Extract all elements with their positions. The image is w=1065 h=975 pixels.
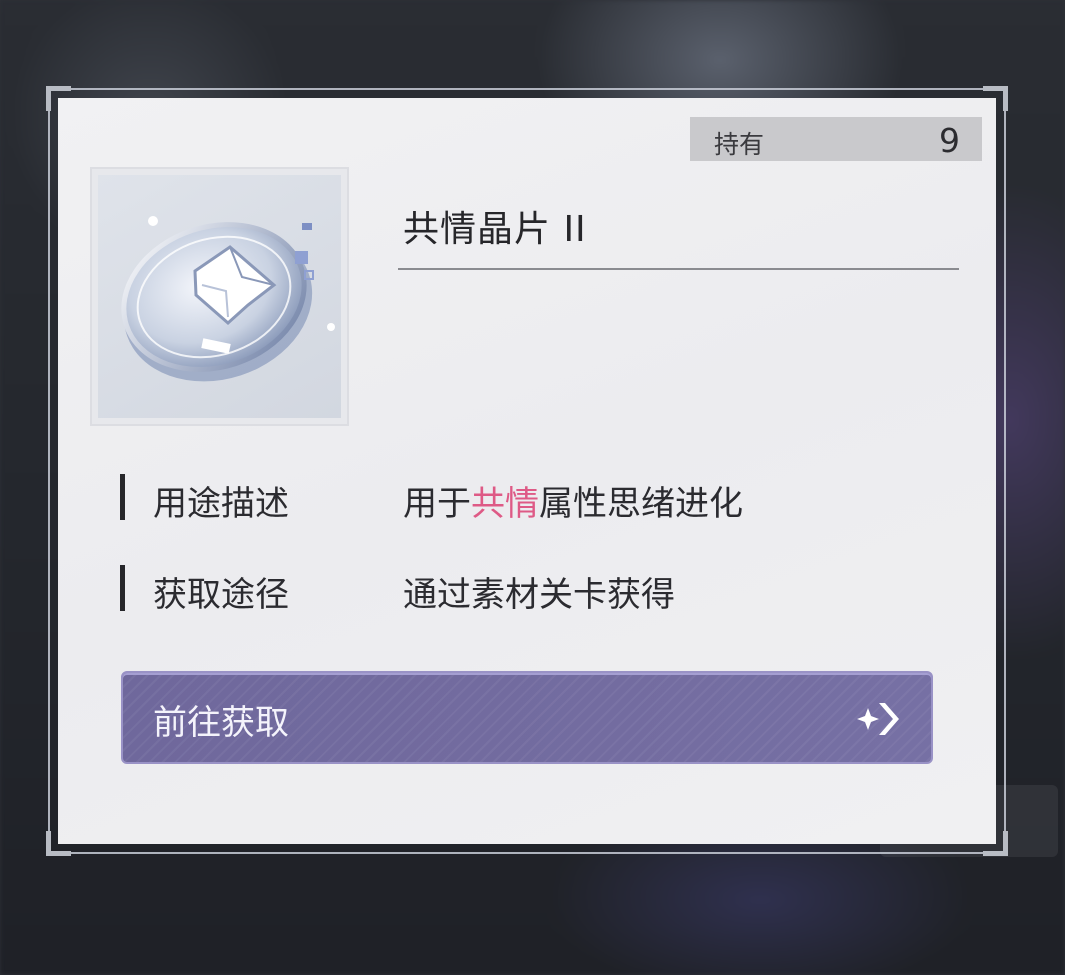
item-name: 共情晶片 II [403,209,587,250]
value-highlight: 共情 [471,484,539,524]
usage-description-label: 用途描述 [153,484,289,524]
go-obtain-label: 前往获取 [153,703,289,743]
arrow-right-icon [857,703,899,735]
go-obtain-button[interactable]: 前往获取 [121,671,933,764]
item-icon-frame [90,167,349,426]
value-suffix: 属性思绪进化 [539,484,743,524]
owned-count: 9 [939,121,960,160]
acquisition-label: 获取途径 [153,575,289,615]
usage-description-value: 用于共情属性思绪进化 [403,476,743,525]
name-divider [398,268,959,270]
empathy-chip-icon [121,216,335,382]
acquisition-value: 通过素材关卡获得 [403,575,675,615]
item-icon-background [98,175,341,418]
owned-count-badge: 持有 9 [690,117,982,161]
row-marker [120,474,125,520]
value-prefix: 用于 [403,484,471,524]
row-marker [120,565,125,611]
owned-label: 持有 [714,130,765,159]
